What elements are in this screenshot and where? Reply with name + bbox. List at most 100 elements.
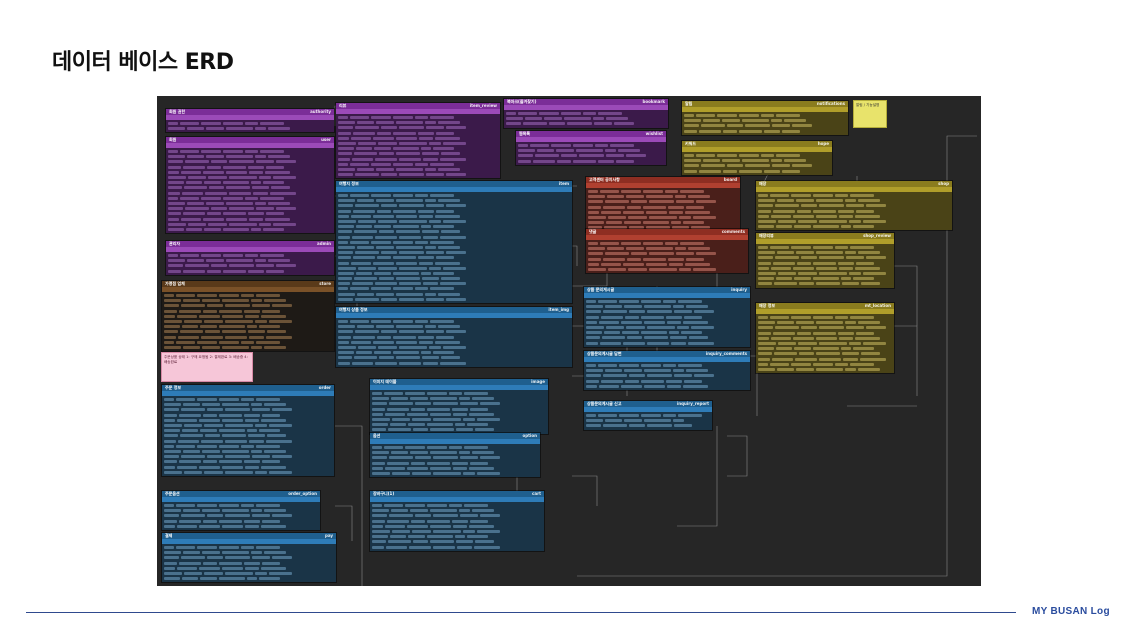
table-cell	[849, 220, 861, 224]
table-cell	[387, 519, 409, 523]
table-cell	[223, 227, 249, 231]
table-cell	[775, 204, 799, 208]
table-cell	[433, 147, 454, 151]
table-cell	[183, 509, 200, 513]
table-cell	[440, 157, 466, 161]
table-cell	[266, 269, 284, 273]
table-cell	[262, 460, 280, 464]
table-cell	[180, 330, 203, 334]
table-cell	[222, 330, 246, 334]
table-cell	[381, 173, 397, 177]
table-cell	[430, 397, 457, 401]
table-cell	[426, 173, 444, 177]
table-cell	[816, 321, 843, 325]
table-cell	[241, 444, 254, 448]
table-cell	[685, 262, 710, 266]
table-cell	[390, 423, 406, 427]
table-cell	[839, 336, 853, 340]
table-cell	[850, 362, 874, 366]
table-cell	[181, 217, 201, 221]
table-shop: 매장 shop	[755, 180, 953, 232]
table-rows	[166, 120, 334, 133]
table-cell	[606, 221, 622, 225]
table-cell	[819, 342, 847, 346]
table-cell	[338, 230, 352, 234]
table-cell	[225, 455, 250, 459]
table-cell	[422, 356, 439, 360]
table-cell	[205, 434, 220, 438]
table-cell	[372, 402, 387, 406]
table-title: 찜목록	[519, 131, 531, 137]
table-cell	[338, 152, 352, 156]
table-cell	[176, 294, 195, 298]
table-cell	[164, 470, 182, 474]
table-cell	[164, 403, 181, 407]
table-cell	[164, 299, 181, 303]
table-cell	[861, 352, 880, 356]
table-order-option: 주문옵션 order_option	[161, 490, 321, 531]
table-cell	[472, 451, 494, 455]
table-cell	[381, 204, 397, 208]
table-cell	[429, 220, 441, 224]
table-cell	[518, 149, 535, 153]
table-cell	[641, 315, 664, 319]
table-cell	[352, 282, 373, 286]
table-cell	[206, 127, 224, 131]
table-cell	[261, 566, 286, 570]
table-cell	[460, 402, 478, 406]
table-cell	[259, 577, 280, 581]
table-cell	[164, 546, 174, 550]
table-cell	[858, 251, 880, 255]
table-cell	[222, 314, 243, 318]
table-cell	[456, 428, 473, 432]
table-cell	[717, 154, 737, 158]
table-cell	[433, 402, 458, 406]
table-cell	[477, 472, 500, 476]
table-cell	[415, 287, 428, 291]
table-cell	[850, 194, 874, 198]
table-cell	[813, 261, 836, 265]
table-cell	[586, 320, 597, 324]
table-rows	[166, 252, 334, 275]
table-cell	[839, 266, 853, 270]
table-cell	[202, 403, 220, 407]
table-cell	[858, 199, 880, 203]
table-cell	[267, 330, 286, 334]
table-cell	[164, 413, 177, 417]
table-cell	[396, 292, 423, 296]
table-cell	[758, 352, 772, 356]
table-cell	[684, 379, 702, 383]
table-cell	[186, 227, 202, 231]
table-cell	[835, 362, 848, 366]
table-cell	[863, 342, 886, 346]
table-cell	[605, 419, 622, 423]
table-user: 회원 user	[165, 136, 335, 234]
table-cell	[164, 335, 176, 339]
table-cell	[696, 252, 716, 256]
table-cell	[164, 398, 174, 402]
table-title: 옵션	[373, 433, 381, 439]
table-cell	[459, 451, 470, 455]
table-cell	[761, 114, 774, 118]
table-cell	[675, 247, 686, 251]
table-cell	[793, 266, 814, 270]
table-cell	[203, 413, 217, 417]
table-cell	[646, 262, 667, 266]
table-rows	[756, 192, 952, 231]
table-cell	[186, 181, 202, 185]
table-cell	[225, 304, 250, 308]
table-cell	[245, 566, 259, 570]
table-rows	[166, 148, 334, 233]
table-cell	[269, 572, 292, 576]
table-cell	[816, 199, 843, 203]
table-cell	[338, 194, 348, 198]
table-cell	[621, 190, 641, 194]
table-cell	[506, 112, 516, 116]
table-cell	[676, 252, 694, 256]
table-cell	[794, 277, 811, 281]
table-cell	[410, 451, 428, 455]
table-cell	[415, 320, 428, 324]
table-cell	[256, 160, 274, 164]
table-cell	[375, 361, 397, 365]
table-cell	[457, 545, 472, 549]
